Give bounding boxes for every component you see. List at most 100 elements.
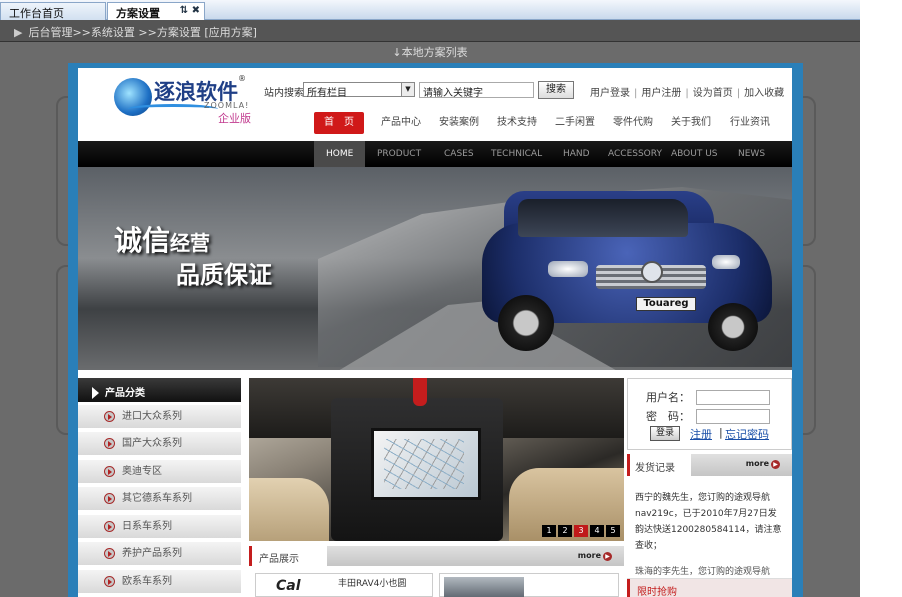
tab-close-icon[interactable]: ⇅ ✖ xyxy=(180,5,200,16)
breadcrumb-arrow-icon: ▶ xyxy=(14,26,23,39)
car-wheel xyxy=(498,295,554,351)
en-nav-cases[interactable]: CASES xyxy=(444,141,474,167)
product-title: 丰田RAV4小也圆 xyxy=(338,579,407,589)
en-nav-technical[interactable]: TECHNICAL xyxy=(491,141,542,167)
category-item[interactable]: 其它德系车系列 xyxy=(78,487,241,511)
cn-nav-news[interactable]: 行业资讯 xyxy=(724,112,776,134)
site-header: 逐浪软件 ® ZOOMLA! 企业版 站内搜索 所有栏目 ▼ 请输入关键字 搜索… xyxy=(78,68,792,141)
chevron-down-icon[interactable]: ▼ xyxy=(401,83,414,96)
more-arrow-icon: ▶ xyxy=(771,460,780,469)
set-homepage-link[interactable]: 设为首页 xyxy=(693,88,733,99)
shipping-record: 西宁的魏先生，您订购的途观导航nav219c，已于2010年7月27日发韵达快送… xyxy=(635,493,782,551)
slogan-small: 经营 xyxy=(170,231,211,255)
category-label: 其它德系车系列 xyxy=(122,493,192,504)
cn-nav-products[interactable]: 产品中心 xyxy=(376,112,426,134)
en-nav-about[interactable]: ABOUT US xyxy=(671,141,718,167)
car-headlight xyxy=(548,261,588,277)
category-item[interactable]: 奥迪专区 xyxy=(78,460,241,484)
car-wheel xyxy=(708,303,758,351)
en-nav-hand[interactable]: HAND xyxy=(563,141,590,167)
shipping-more-link[interactable]: more ▶ xyxy=(746,459,780,469)
slide-dot[interactable]: 5 xyxy=(606,525,620,537)
tab-scheme-settings[interactable]: 方案设置 ⇅ ✖ xyxy=(107,2,205,20)
category-label: 日系车系列 xyxy=(122,521,172,532)
category-label: 进口大众系列 xyxy=(122,411,182,422)
category-item[interactable]: 进口大众系列 xyxy=(78,405,241,429)
link-separator: | xyxy=(634,88,638,99)
top-links: 用户登录 | 用户注册 | 设为首页 | 加入收藏 xyxy=(590,84,784,99)
more-label: more xyxy=(577,551,601,560)
shipping-title: 发货记录 xyxy=(635,463,675,474)
en-nav-home[interactable]: HOME xyxy=(314,141,366,167)
category-item[interactable]: 国产大众系列 xyxy=(78,432,241,456)
category-item[interactable]: 日系车系列 xyxy=(78,515,241,539)
password-input[interactable] xyxy=(696,409,770,424)
slide-dot-active[interactable]: 3 xyxy=(574,525,588,537)
search-button[interactable]: 搜索 xyxy=(538,81,574,99)
en-nav-accessory[interactable]: ACCESSORY xyxy=(608,141,662,167)
play-arrow-icon xyxy=(92,387,99,399)
tab-label: 方案设置 xyxy=(116,7,160,20)
photo-seat xyxy=(249,478,329,541)
products-section-bar: 产品展示 more ▶ xyxy=(249,546,624,566)
username-input[interactable] xyxy=(696,390,770,405)
slogan-large: 诚信 xyxy=(114,224,171,257)
login-button[interactable]: 登录 xyxy=(650,426,680,441)
cn-nav-about[interactable]: 关于我们 xyxy=(666,112,716,134)
search-input[interactable]: 请输入关键字 xyxy=(419,82,534,99)
section-accent xyxy=(627,579,630,597)
flash-sale-bar[interactable]: 限时抢购 xyxy=(627,578,792,597)
en-nav-news[interactable]: NEWS xyxy=(738,141,765,167)
slide-dot[interactable]: 4 xyxy=(590,525,604,537)
arrow-bullet-icon xyxy=(104,438,115,449)
tab-bar: 工作台首页 方案设置 ⇅ ✖ xyxy=(0,0,860,20)
arrow-bullet-icon xyxy=(104,411,115,422)
forgot-password-link[interactable]: 忘记密码 xyxy=(725,426,769,442)
cn-nav-secondhand[interactable]: 二手闲置 xyxy=(550,112,600,134)
category-item[interactable]: 欧系车系列 xyxy=(78,570,241,594)
category-label: 欧系车系列 xyxy=(122,576,172,587)
product-item[interactable] xyxy=(439,573,619,597)
category-label: 养护产品系列 xyxy=(122,548,182,559)
login-link[interactable]: 用户登录 xyxy=(590,88,630,99)
cn-nav-tech-support[interactable]: 技术支持 xyxy=(492,112,542,134)
banner-slogan-2: 品质保证 xyxy=(176,260,272,289)
category-label: 国产大众系列 xyxy=(122,438,182,449)
register-link[interactable]: 用户注册 xyxy=(641,88,681,99)
search-category-select[interactable]: 所有栏目 ▼ xyxy=(303,82,415,99)
category-item[interactable]: 养护产品系列 xyxy=(78,542,241,566)
slide-dot[interactable]: 1 xyxy=(542,525,556,537)
arrow-bullet-icon xyxy=(104,521,115,532)
logo-edition: 企业版 xyxy=(218,112,251,125)
car-headlight xyxy=(712,255,740,269)
products-more-link[interactable]: more ▶ xyxy=(578,551,612,561)
add-favorite-link[interactable]: 加入收藏 xyxy=(744,88,784,99)
link-separator: | xyxy=(719,426,723,439)
product-photo-slideshow[interactable]: 12345 xyxy=(249,378,624,541)
slide-dot[interactable]: 2 xyxy=(558,525,572,537)
more-arrow-icon: ▶ xyxy=(603,552,612,561)
link-separator: | xyxy=(736,88,741,99)
en-nav-product[interactable]: PRODUCT xyxy=(377,141,421,167)
section-bar-fill: more ▶ xyxy=(327,546,624,566)
tab-workbench-home[interactable]: 工作台首页 xyxy=(0,2,106,20)
register-link[interactable]: 注册 xyxy=(690,426,712,442)
section-accent xyxy=(249,546,252,566)
breadcrumb: ▶ 后台管理>>系统设置 >>方案设置 [应用方案] xyxy=(0,20,860,42)
cn-nav-parts[interactable]: 零件代购 xyxy=(608,112,658,134)
cn-nav-cases[interactable]: 安装案例 xyxy=(434,112,484,134)
product-item[interactable]: Cal 丰田RAV4小也圆 xyxy=(255,573,433,597)
banner-image: Touareg 诚信经营 品质保证 xyxy=(78,167,792,370)
link-separator: | xyxy=(685,88,689,99)
car-badge-icon xyxy=(641,261,663,283)
products-title: 产品展示 xyxy=(259,554,299,565)
banner-car: Touareg xyxy=(478,183,788,353)
cn-nav-home[interactable]: 首 页 xyxy=(314,112,364,134)
arrow-bullet-icon xyxy=(104,493,115,504)
photo-console xyxy=(331,398,503,541)
photo-nav-screen xyxy=(371,428,481,500)
search-label: 站内搜索 xyxy=(264,88,304,99)
scheme-preview-site[interactable]: 逐浪软件 ® ZOOMLA! 企业版 站内搜索 所有栏目 ▼ 请输入关键字 搜索… xyxy=(78,68,792,597)
site-logo[interactable]: 逐浪软件 ® ZOOMLA! 企业版 xyxy=(114,74,254,125)
car-windshield xyxy=(518,199,688,237)
